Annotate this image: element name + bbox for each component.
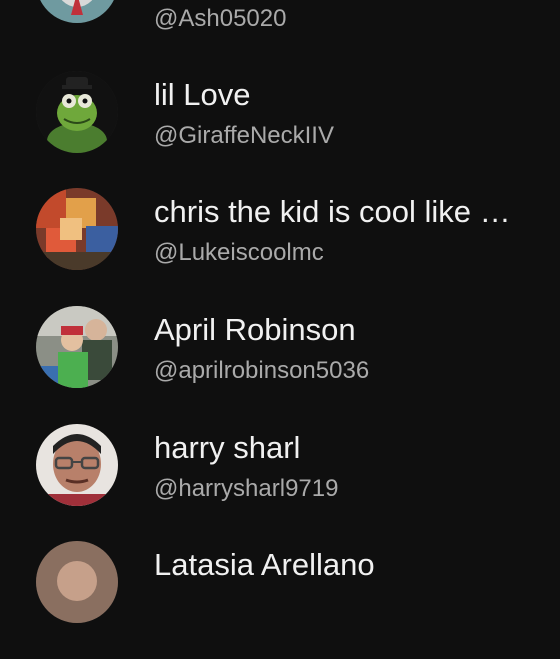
person-avatar[interactable] [36,541,118,623]
channel-name: chris the kid is cool like … [154,194,511,229]
channel-name: Latasia Arellano [154,547,375,582]
list-item[interactable]: lil Love @GiraffeNeckIIV [0,71,560,189]
family-photo-avatar[interactable] [36,306,118,388]
list-item[interactable]: Latasia Arellano [0,541,560,659]
channel-handle: @Lukeiscoolmc [154,239,324,266]
list-item[interactable]: harry sharl @harrysharl9719 [0,424,560,542]
channel-handle: @Ash05020 [154,5,287,32]
blocky-game-avatar[interactable] [36,188,118,270]
list-item[interactable]: chris the kid is cool like … @Lukeiscool… [0,188,560,306]
channel-handle: @GiraffeNeckIIV [154,122,334,149]
channel-name: April Robinson [154,312,356,347]
channel-handle: @harrysharl9719 [154,475,339,502]
channel-name: harry sharl [154,430,301,465]
channel-name: lil Love [154,77,251,112]
channel-handle: @aprilrobinson5036 [154,357,370,384]
list-item[interactable]: April Robinson @aprilrobinson5036 [0,306,560,424]
list-item[interactable]: @Ash05020 [0,0,560,59]
man-with-glasses-avatar[interactable] [36,424,118,506]
green-frog-avatar[interactable] [36,71,118,153]
subscriber-list: @Ash05020 lil Love @GiraffeNeckIIV chris… [0,0,560,623]
anime-character-avatar[interactable] [36,0,118,23]
